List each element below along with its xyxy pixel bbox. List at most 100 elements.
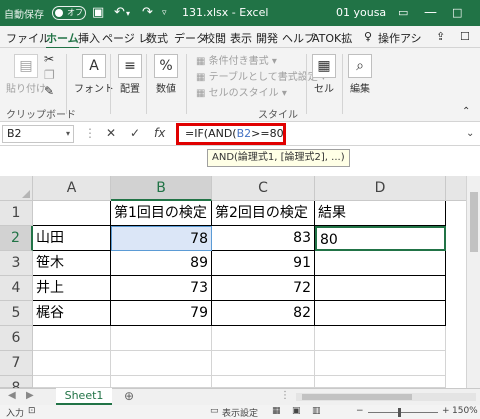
cell-b1[interactable]: 第1回目の検定: [111, 201, 212, 226]
comments-icon[interactable]: ☐: [460, 30, 470, 43]
cell-a8[interactable]: [33, 376, 111, 388]
insert-function-icon[interactable]: fx: [154, 126, 165, 140]
vertical-scroll-thumb[interactable]: [470, 192, 478, 252]
tell-me-search[interactable]: 操作アシ: [378, 30, 422, 46]
tab-home[interactable]: ホーム: [46, 30, 79, 49]
tab-atok[interactable]: ATOK拡: [312, 30, 352, 46]
autosave-toggle[interactable]: オフ: [52, 6, 86, 20]
column-header-d[interactable]: D: [315, 176, 446, 201]
sheet-prev-icon[interactable]: ◀: [8, 390, 16, 401]
tab-developer[interactable]: 開発: [256, 30, 278, 46]
zoom-out-icon[interactable]: −: [356, 406, 364, 416]
row-header-4[interactable]: 4: [0, 276, 33, 301]
column-header-a[interactable]: A: [33, 176, 111, 201]
alignment-button[interactable]: ≡ 配置: [118, 54, 142, 95]
lightbulb-icon[interactable]: ♀: [364, 30, 372, 43]
maximize-icon[interactable]: □: [452, 6, 462, 19]
number-button[interactable]: % 数値: [154, 54, 178, 95]
normal-view-icon[interactable]: ▦: [272, 406, 281, 416]
customize-toolbar-icon[interactable]: ▿: [162, 8, 167, 18]
cell-a7[interactable]: [33, 351, 111, 376]
tab-formulas[interactable]: 数式: [146, 30, 168, 46]
undo-dropdown-icon[interactable]: ▾: [126, 9, 130, 18]
add-sheet-icon[interactable]: ⊕: [124, 389, 134, 403]
tab-data[interactable]: データ: [174, 30, 207, 46]
cell-c1[interactable]: 第2回目の検定: [212, 201, 315, 226]
row-header-8[interactable]: 8: [0, 376, 33, 396]
cell-a6[interactable]: [33, 326, 111, 351]
copy-icon[interactable]: ❐: [44, 68, 55, 82]
page-layout-view-icon[interactable]: ▣: [292, 406, 301, 416]
cell-c8[interactable]: [212, 376, 315, 388]
editing-button[interactable]: ⌕ 編集: [348, 54, 372, 95]
zoom-slider-handle[interactable]: [398, 408, 401, 417]
user-name[interactable]: 01 yousa: [336, 6, 386, 19]
cells-button[interactable]: ▦ セル: [312, 54, 336, 95]
horizontal-scrollbar[interactable]: [296, 393, 476, 401]
page-break-view-icon[interactable]: ▥: [312, 406, 321, 416]
accessibility-icon[interactable]: ⊡: [28, 406, 36, 416]
column-header-c[interactable]: C: [212, 176, 315, 201]
tab-insert[interactable]: 挿入: [78, 30, 100, 46]
row-header-2[interactable]: 2: [0, 226, 33, 251]
display-settings-icon[interactable]: ▭: [210, 406, 219, 416]
tab-review[interactable]: 校閲: [204, 30, 226, 46]
cell-b6[interactable]: [111, 326, 212, 351]
cell-d6[interactable]: [315, 326, 446, 351]
cell-d7[interactable]: [315, 351, 446, 376]
horizontal-scroll-thumb[interactable]: [302, 394, 412, 400]
cell-c3[interactable]: 91: [212, 251, 315, 276]
tab-view[interactable]: 表示: [230, 30, 252, 46]
cell-b5[interactable]: 79: [111, 301, 212, 326]
undo-icon[interactable]: ↶: [114, 5, 125, 20]
enter-icon[interactable]: ✓: [130, 126, 140, 140]
cell-c6[interactable]: [212, 326, 315, 351]
display-settings-button[interactable]: 表示設定: [222, 406, 258, 419]
zoom-in-icon[interactable]: +: [442, 406, 450, 416]
column-header-b[interactable]: B: [111, 176, 212, 201]
tab-split-handle[interactable]: ⋮: [280, 390, 290, 401]
cell-a3[interactable]: 笹木: [33, 251, 111, 276]
save-icon[interactable]: ▣: [92, 5, 104, 20]
row-header-7[interactable]: 7: [0, 351, 33, 376]
name-box-dropdown-icon[interactable]: ▾: [66, 126, 70, 142]
cancel-icon[interactable]: ✕: [106, 126, 116, 140]
sheet-tab-sheet1[interactable]: Sheet1: [56, 388, 112, 405]
cell-c7[interactable]: [212, 351, 315, 376]
sheet-next-icon[interactable]: ▶: [26, 390, 34, 401]
vertical-scrollbar[interactable]: [466, 176, 480, 388]
cell-d8[interactable]: [315, 376, 446, 388]
cell-b8[interactable]: [111, 376, 212, 388]
cell-b2[interactable]: 78: [111, 226, 212, 251]
tab-help[interactable]: ヘルプ: [282, 30, 315, 46]
cell-styles-button[interactable]: ▦ セルのスタイル ▾: [196, 84, 287, 99]
row-header-1[interactable]: 1: [0, 201, 33, 226]
cell-a5[interactable]: 梶谷: [33, 301, 111, 326]
cell-d4[interactable]: [315, 276, 446, 301]
tab-page-layout[interactable]: ページ レ: [102, 30, 149, 46]
conditional-formatting-button[interactable]: ▦ 条件付き書式 ▾: [196, 52, 277, 67]
cell-b7[interactable]: [111, 351, 212, 376]
formula-input[interactable]: =IF(AND(B2>=80: [176, 123, 286, 145]
cell-c4[interactable]: 72: [212, 276, 315, 301]
zoom-level[interactable]: 150%: [452, 406, 478, 416]
ribbon-display-icon[interactable]: ▭: [398, 6, 408, 19]
cell-b3[interactable]: 89: [111, 251, 212, 276]
share-icon[interactable]: ⇪: [436, 30, 445, 43]
minimize-icon[interactable]: —: [424, 5, 437, 20]
row-header-6[interactable]: 6: [0, 326, 33, 351]
cell-a2[interactable]: 山田: [33, 226, 111, 251]
zoom-slider[interactable]: [368, 412, 438, 413]
cell-d1[interactable]: 結果: [315, 201, 446, 226]
cell-a4[interactable]: 井上: [33, 276, 111, 301]
cell-d3[interactable]: [315, 251, 446, 276]
cell-c5[interactable]: 82: [212, 301, 315, 326]
name-box[interactable]: B2 ▾: [2, 125, 74, 143]
paste-button[interactable]: ▤ 貼り付け: [6, 54, 46, 95]
format-painter-icon[interactable]: ✎: [44, 84, 54, 98]
font-button[interactable]: A フォント: [74, 54, 114, 95]
column-header-e[interactable]: [446, 176, 466, 201]
redo-icon[interactable]: ↷: [142, 5, 153, 20]
cell-b4[interactable]: 73: [111, 276, 212, 301]
cell-d2[interactable]: 80: [315, 226, 446, 251]
